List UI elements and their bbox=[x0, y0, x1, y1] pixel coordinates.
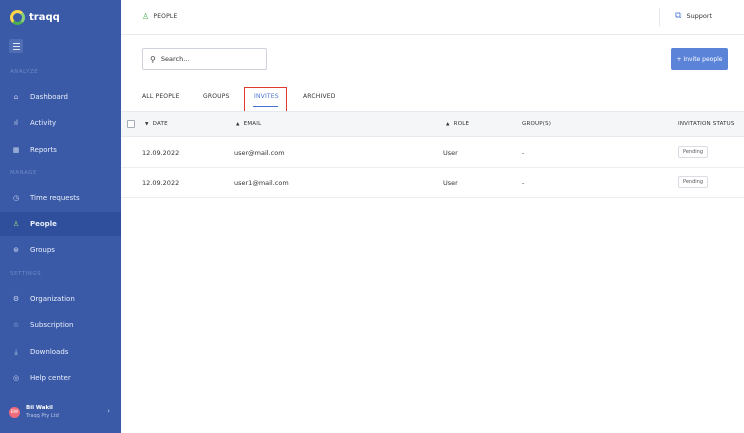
column-header-email[interactable]: ▲ EMAIL bbox=[236, 121, 261, 127]
cell-email: user@mail.com bbox=[234, 149, 285, 157]
sidebar-item-organization[interactable]: ⚙ Organization bbox=[0, 287, 121, 311]
table-header: ▼ DATE ▲ EMAIL ▲ ROLE GROUP(S) INVITATION S… bbox=[121, 111, 744, 137]
sidebar-item-label: Time requests bbox=[30, 194, 80, 202]
subscription-icon: ☆ bbox=[12, 321, 20, 329]
tab-groups[interactable]: GROUPS bbox=[203, 93, 230, 100]
organization-icon: ⚙ bbox=[12, 295, 20, 303]
cell-groups: - bbox=[522, 179, 525, 187]
column-header-status: INVITATION STATUS bbox=[678, 121, 735, 127]
highlight-box bbox=[244, 87, 287, 113]
tab-all-people[interactable]: ALL PEOPLE bbox=[142, 93, 180, 100]
sort-up-icon: ▲ bbox=[236, 122, 240, 127]
sidebar-item-label: People bbox=[30, 220, 57, 228]
sidebar-item-subscription[interactable]: ☆ Subscription bbox=[0, 313, 121, 337]
column-header-date[interactable]: ▼ DATE bbox=[145, 121, 168, 127]
sidebar-item-label: Organization bbox=[30, 295, 75, 303]
sidebar-item-reports[interactable]: ▦ Reports bbox=[0, 138, 121, 162]
brand[interactable]: traqq bbox=[10, 10, 60, 25]
header-divider bbox=[659, 8, 660, 26]
help-icon: ◎ bbox=[12, 374, 20, 382]
section-label-analyze: ANALYZE bbox=[10, 69, 39, 75]
page-header: ♙ PEOPLE ⧉ Support bbox=[121, 0, 744, 35]
search-input[interactable] bbox=[160, 55, 261, 63]
column-header-role[interactable]: ▲ ROLE bbox=[446, 121, 469, 127]
menu-toggle-icon[interactable] bbox=[9, 39, 23, 53]
column-header-groups: GROUP(S) bbox=[522, 121, 552, 127]
sidebar-item-label: Groups bbox=[30, 246, 55, 254]
invite-people-button[interactable]: + Invite people bbox=[671, 48, 728, 70]
people-icon: ♙ bbox=[142, 12, 150, 21]
table-row[interactable]: 12.09.2022 user1@mail.com User - Pending bbox=[121, 168, 744, 198]
support-chat-icon: ⧉ bbox=[675, 11, 682, 21]
table-row[interactable]: 12.09.2022 user@mail.com User - Pending bbox=[121, 138, 744, 168]
sidebar-item-groups[interactable]: ⊛ Groups bbox=[0, 238, 121, 262]
user-profile[interactable]: BW Bil Wakil Traqq Pty Ltd › bbox=[0, 397, 121, 427]
select-all-checkbox[interactable] bbox=[127, 120, 135, 128]
sidebar: traqq ANALYZE ⌂ Dashboard ıl Activity ▦ … bbox=[0, 0, 121, 433]
sidebar-item-label: Subscription bbox=[30, 321, 74, 329]
brand-name: traqq bbox=[29, 12, 60, 23]
avatar: BW bbox=[9, 406, 20, 418]
sidebar-item-downloads[interactable]: ⤓ Downloads bbox=[0, 340, 121, 364]
user-company: Traqq Pty Ltd bbox=[26, 413, 59, 419]
sidebar-item-label: Downloads bbox=[30, 348, 69, 356]
chevron-right-icon: › bbox=[107, 407, 110, 415]
support-label: Support bbox=[686, 12, 713, 20]
cell-groups: - bbox=[522, 149, 525, 157]
status-badge: Pending bbox=[678, 176, 708, 188]
sidebar-item-label: Reports bbox=[30, 146, 57, 154]
clock-icon: ◷ bbox=[12, 194, 20, 202]
sidebar-item-dashboard[interactable]: ⌂ Dashboard bbox=[0, 85, 121, 109]
search-icon: ⚲ bbox=[150, 54, 156, 64]
sidebar-item-activity[interactable]: ıl Activity bbox=[0, 111, 121, 135]
cell-date: 12.09.2022 bbox=[142, 149, 180, 157]
search-box[interactable]: ⚲ bbox=[142, 48, 267, 70]
sidebar-item-label: Help center bbox=[30, 374, 71, 382]
sidebar-item-label: Dashboard bbox=[30, 93, 68, 101]
section-label-manage: MANAGE bbox=[10, 170, 38, 176]
groups-icon: ⊛ bbox=[13, 246, 19, 254]
cell-role: User bbox=[443, 149, 458, 157]
reports-icon: ▦ bbox=[12, 146, 20, 154]
home-icon: ⌂ bbox=[13, 93, 19, 101]
bar-chart-icon: ıl bbox=[14, 119, 18, 127]
status-badge: Pending bbox=[678, 146, 708, 158]
sidebar-item-label: Activity bbox=[30, 119, 57, 127]
section-label-settings: SETTINGS bbox=[10, 271, 42, 277]
traqq-logo-icon bbox=[10, 10, 25, 25]
page-title: ♙ PEOPLE bbox=[142, 12, 177, 21]
cell-date: 12.09.2022 bbox=[142, 179, 180, 187]
sort-down-icon: ▼ bbox=[145, 122, 149, 127]
cell-email: user1@mail.com bbox=[234, 179, 289, 187]
download-icon: ⤓ bbox=[14, 347, 18, 356]
sort-up-icon: ▲ bbox=[446, 122, 450, 127]
tab-archived[interactable]: ARCHIVED bbox=[303, 93, 336, 100]
sidebar-item-help-center[interactable]: ◎ Help center bbox=[0, 366, 121, 390]
people-icon: ♙ bbox=[12, 220, 20, 228]
cell-role: User bbox=[443, 179, 458, 187]
sidebar-item-time-requests[interactable]: ◷ Time requests bbox=[0, 186, 121, 210]
support-button[interactable]: ⧉ Support bbox=[675, 11, 712, 21]
sidebar-item-people[interactable]: ♙ People bbox=[0, 212, 121, 236]
page-title-text: PEOPLE bbox=[153, 13, 178, 20]
user-name: Bil Wakil bbox=[26, 405, 53, 411]
